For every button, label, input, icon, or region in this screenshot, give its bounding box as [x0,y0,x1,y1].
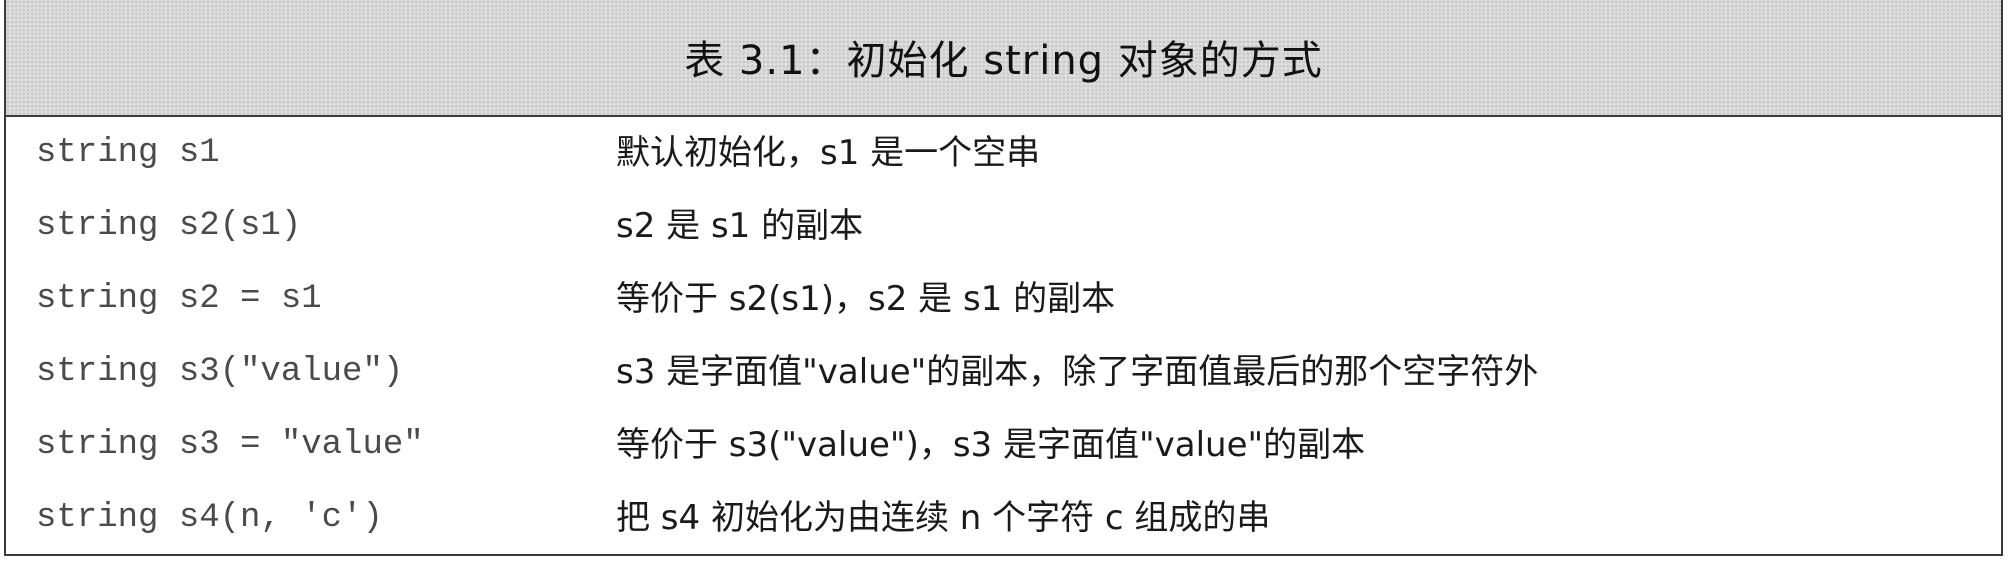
description-cell: 等价于 s2(s1)，s2 是 s1 的副本 [616,279,1116,319]
description-cell: 等价于 s3("value")，s3 是字面值"value"的副本 [616,425,1366,465]
table-caption: 表 3.1：初始化 string 对象的方式 [684,37,1323,84]
table-row: string s3 = "value" 等价于 s3("value")，s3 是… [6,409,2001,482]
table-body: string s1 默认初始化，s1 是一个空串 string s2(s1) s… [6,117,2001,555]
code-cell: string s1 [36,134,220,172]
table-row: string s4(n, 'c') 把 s4 初始化为由连续 n 个字符 c 组… [6,482,2001,555]
code-cell: string s2(s1) [36,207,302,245]
code-cell: string s3 = "value" [36,426,424,464]
code-cell: string s4(n, 'c') [36,499,383,537]
code-cell: string s3("value") [36,353,404,391]
description-cell: s2 是 s1 的副本 [616,206,864,246]
description-cell: 把 s4 初始化为由连续 n 个字符 c 组成的串 [616,498,1271,538]
code-cell: string s2 = s1 [36,280,322,318]
table-row: string s2 = s1 等价于 s2(s1)，s2 是 s1 的副本 [6,263,2001,336]
description-cell: 默认初始化，s1 是一个空串 [616,133,1041,173]
description-cell: s3 是字面值"value"的副本，除了字面值最后的那个空字符外 [616,352,1539,392]
table-row: string s3("value") s3 是字面值"value"的副本，除了字… [6,336,2001,409]
table-row: string s1 默认初始化，s1 是一个空串 [6,117,2001,190]
table-caption-bar: 表 3.1：初始化 string 对象的方式 [6,0,2001,117]
string-init-table: 表 3.1：初始化 string 对象的方式 string s1 默认初始化，s… [4,0,2003,556]
table-row: string s2(s1) s2 是 s1 的副本 [6,190,2001,263]
